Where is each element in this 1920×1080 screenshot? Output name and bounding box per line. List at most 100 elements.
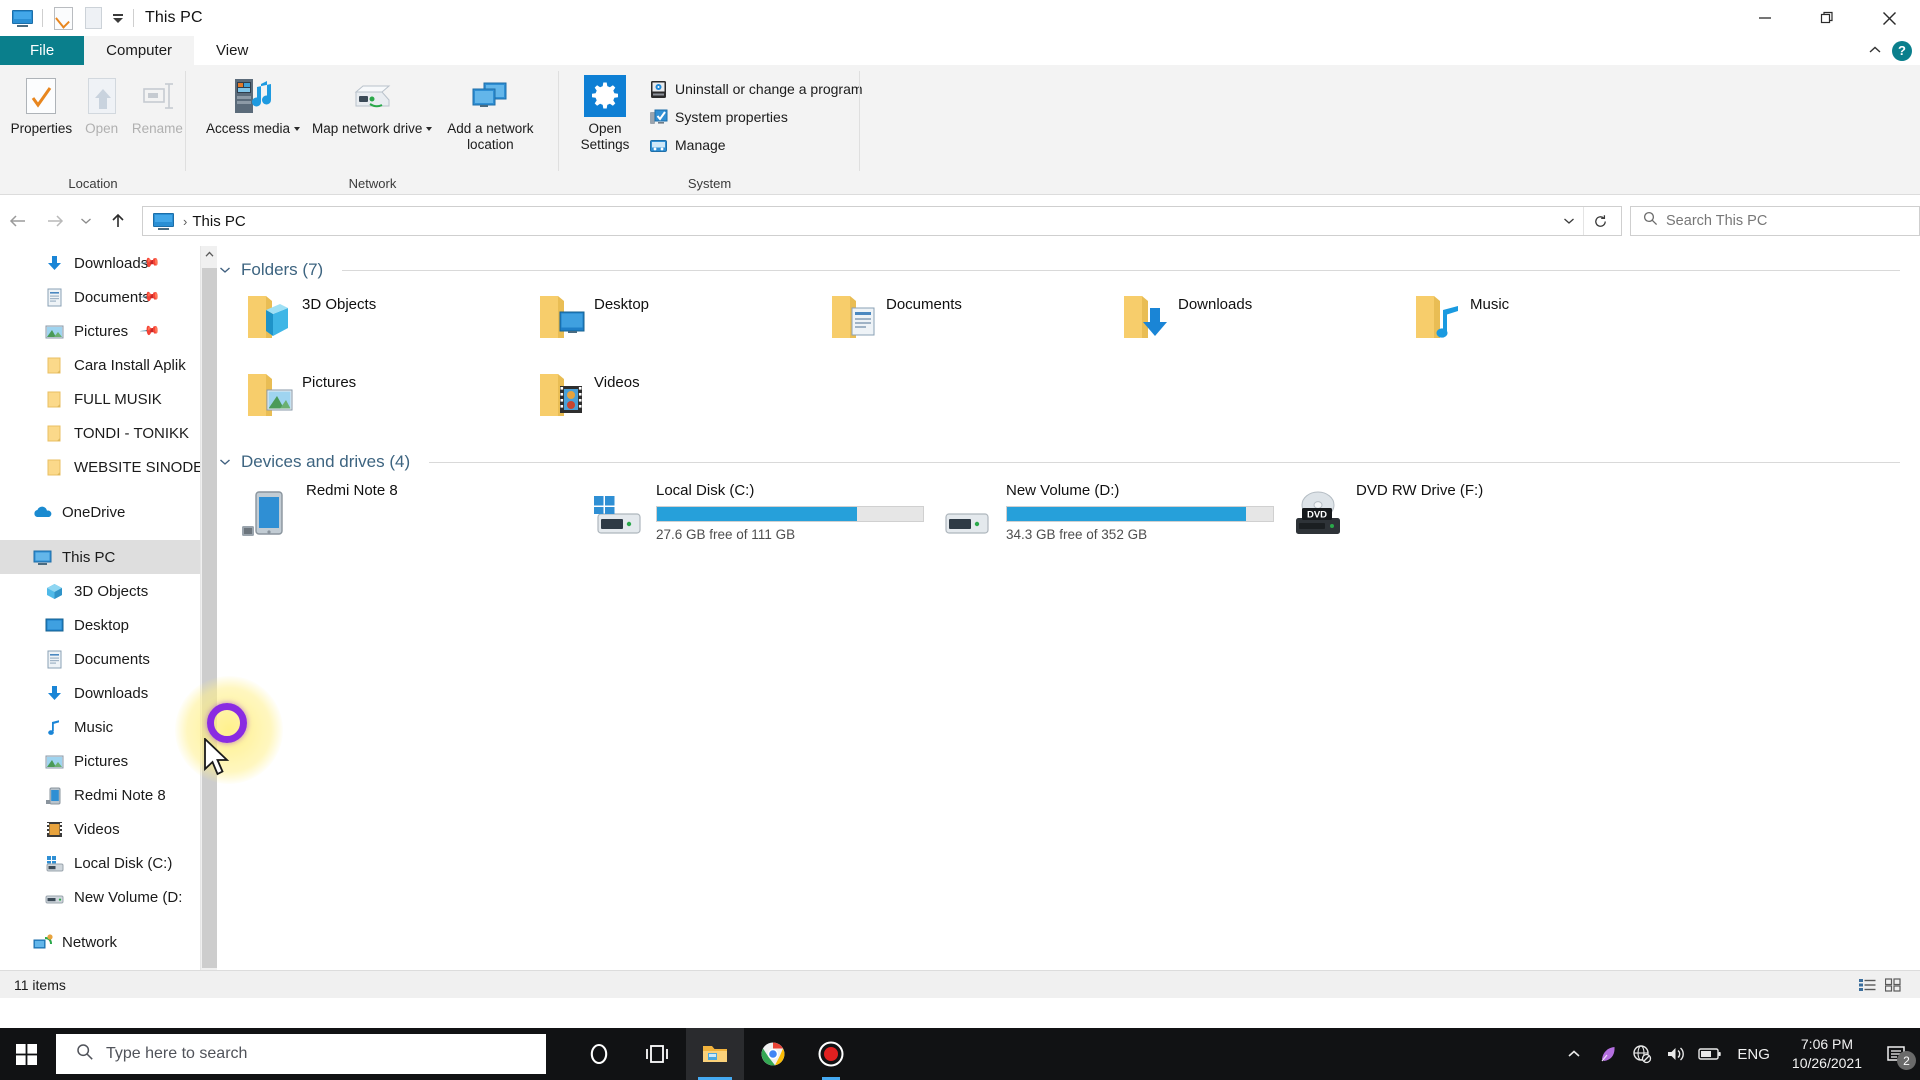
address-path-field[interactable]: › This PC — [142, 206, 1623, 236]
nav-pane-scrollbar[interactable] — [200, 246, 217, 998]
nav-item-full-musik[interactable]: FULL MUSIK — [0, 382, 200, 416]
nav-item-local-disk-c[interactable]: Local Disk (C:) — [0, 846, 200, 880]
downloads-icon — [44, 683, 65, 704]
scroll-thumb[interactable] — [202, 268, 217, 968]
nav-item-downloads[interactable]: Downloads — [0, 676, 200, 710]
pin-icon[interactable]: 📌 — [139, 320, 161, 343]
details-view-icon[interactable] — [1856, 975, 1878, 995]
network-offline-icon[interactable] — [1625, 1028, 1659, 1080]
nav-item-documents-quick[interactable]: Documents 📌 — [0, 280, 200, 314]
forward-arrow-icon[interactable] — [37, 201, 74, 241]
file-explorer-icon[interactable] — [686, 1028, 744, 1080]
device-tile-new-volume-d[interactable]: New Volume (D:) 34.3 GB free of 352 GB — [918, 478, 1274, 548]
this-pc-icon[interactable] — [7, 3, 37, 33]
pictures-icon — [44, 751, 65, 772]
nav-item-3d-objects[interactable]: 3D Objects — [0, 574, 200, 608]
file-list-pane[interactable]: Folders (7) 3D Objects Desktop Documents… — [218, 246, 1920, 998]
recent-locations-chevron-down-icon[interactable] — [74, 201, 99, 241]
nav-item-music[interactable]: Music — [0, 710, 200, 744]
nav-item-website-sinode[interactable]: WEBSITE SINODE — [0, 450, 200, 484]
open-settings-button[interactable]: Open Settings — [571, 73, 639, 153]
nav-item-new-volume-d[interactable]: New Volume (D: — [0, 880, 200, 914]
folder-tile-desktop[interactable]: Desktop — [510, 280, 802, 358]
folder-tile-3d-objects[interactable]: 3D Objects — [218, 280, 510, 358]
nav-item-onedrive[interactable]: OneDrive — [0, 495, 200, 529]
battery-icon[interactable] — [1693, 1028, 1727, 1080]
nav-item-redmi-note-8[interactable]: Redmi Note 8 — [0, 778, 200, 812]
open-button[interactable]: Open — [75, 73, 129, 137]
breadcrumb-separator: › — [183, 213, 188, 229]
folder-tile-pictures[interactable]: Pictures — [218, 358, 510, 436]
nav-item-pictures-quick[interactable]: Pictures 📌 — [0, 314, 200, 348]
cortana-icon[interactable] — [570, 1028, 628, 1080]
device-tile-redmi-note-8[interactable]: Redmi Note 8 — [218, 478, 568, 548]
folder-tile-videos[interactable]: Videos — [510, 358, 802, 436]
tab-computer[interactable]: Computer — [84, 36, 195, 65]
properties-button[interactable]: Properties — [8, 73, 75, 137]
chevron-down-icon[interactable] — [218, 455, 232, 469]
folder-tile-documents[interactable]: Documents — [802, 280, 1094, 358]
tab-file[interactable]: File — [0, 36, 85, 65]
map-network-drive-button[interactable]: Map network drive — [306, 73, 438, 137]
nav-item-pictures[interactable]: Pictures — [0, 744, 200, 778]
new-folder-icon[interactable] — [78, 3, 108, 33]
maximize-restore-button[interactable] — [1796, 0, 1858, 36]
clock[interactable]: 7:06 PM 10/26/2021 — [1780, 1035, 1874, 1073]
rename-button[interactable]: Rename — [129, 73, 186, 137]
large-icons-view-icon[interactable] — [1882, 975, 1904, 995]
device-tile-local-disk-c[interactable]: Local Disk (C:) 27.6 GB free of 111 GB — [568, 478, 924, 548]
search-icon — [76, 1043, 94, 1066]
properties-icon[interactable] — [48, 3, 78, 33]
collapse-ribbon-chevron-up-icon[interactable] — [1868, 43, 1882, 58]
nav-item-cara-install[interactable]: Cara Install Aplik — [0, 348, 200, 382]
nav-label: Network — [62, 933, 118, 951]
windows-start-icon[interactable] — [0, 1028, 54, 1080]
nav-item-this-pc[interactable]: This PC — [0, 540, 200, 574]
nav-item-downloads-quick[interactable]: Downloads 📌 — [0, 246, 200, 280]
nav-item-network[interactable]: Network — [0, 925, 200, 959]
device-tile-dvd-rw-drive-f[interactable]: DVD DVD RW Drive (F:) — [1268, 478, 1618, 548]
address-chevron-down-icon[interactable] — [1555, 207, 1583, 235]
scroll-up-arrow-icon[interactable] — [201, 246, 218, 263]
nav-item-tondi-tonikk[interactable]: TONDI - TONIKK — [0, 416, 200, 450]
nav-item-documents[interactable]: Documents — [0, 642, 200, 676]
notification-icon[interactable]: 2 — [1874, 1028, 1920, 1080]
up-arrow-icon[interactable] — [99, 201, 136, 241]
manage-item[interactable]: Manage — [647, 131, 863, 159]
nav-item-desktop[interactable]: Desktop — [0, 608, 200, 642]
recorder-icon[interactable] — [802, 1028, 860, 1080]
group-header-devices-and-drives[interactable]: Devices and drives (4) — [218, 452, 1920, 472]
close-button[interactable] — [1858, 0, 1920, 36]
task-view-icon[interactable] — [628, 1028, 686, 1080]
window-controls — [1734, 0, 1920, 36]
input-language-indicator[interactable]: ENG — [1727, 1046, 1780, 1063]
help-icon[interactable]: ? — [1892, 40, 1912, 61]
system-properties-item[interactable]: System properties — [647, 103, 863, 131]
chrome-icon[interactable] — [744, 1028, 802, 1080]
back-arrow-icon[interactable] — [0, 201, 37, 241]
breadcrumb-this-pc[interactable]: This PC — [192, 213, 245, 230]
refresh-icon[interactable] — [1583, 207, 1617, 235]
ribbon-tab-strip: File Computer View — [0, 36, 1920, 65]
tab-view[interactable]: View — [194, 36, 270, 65]
nav-label: Pictures — [74, 322, 129, 340]
folder-tile-music[interactable]: Music — [1386, 280, 1678, 358]
chevron-up-icon[interactable] — [1557, 1028, 1591, 1080]
volume-icon[interactable] — [1659, 1028, 1693, 1080]
folder-tile-downloads[interactable]: Downloads — [1094, 280, 1386, 358]
customize-quick-access-chevron-down-icon[interactable] — [108, 3, 128, 33]
group-header-folders[interactable]: Folders (7) — [218, 260, 1920, 280]
minimize-button[interactable] — [1734, 0, 1796, 36]
status-bar: 11 items — [0, 970, 1920, 998]
taskbar-search-input[interactable]: Type here to search — [56, 1034, 546, 1074]
uninstall-program-item[interactable]: Uninstall or change a program — [647, 75, 863, 103]
nav-item-videos[interactable]: Videos — [0, 812, 200, 846]
add-network-location-button[interactable]: Add a network location — [438, 73, 542, 153]
search-input[interactable]: Search This PC — [1630, 206, 1920, 236]
chevron-down-icon[interactable] — [218, 263, 232, 277]
properties-icon — [26, 75, 57, 117]
access-media-button[interactable]: Access media — [200, 73, 306, 137]
svg-text:DVD: DVD — [1307, 510, 1327, 521]
nav-label: FULL MUSIK — [74, 390, 162, 408]
feather-icon[interactable] — [1591, 1028, 1625, 1080]
